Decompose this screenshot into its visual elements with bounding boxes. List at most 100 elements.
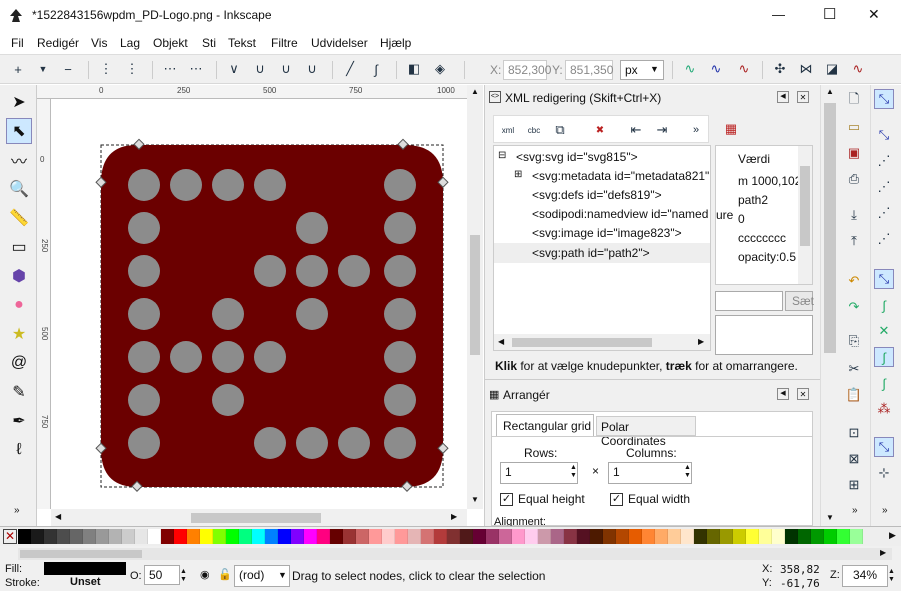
- color-swatch[interactable]: [369, 529, 382, 544]
- chevron-up-icon[interactable]: ▲: [471, 87, 479, 96]
- zoom-tool-icon[interactable]: 🔍: [6, 176, 32, 202]
- color-swatch[interactable]: [148, 529, 161, 544]
- more-icon[interactable]: »: [686, 120, 706, 140]
- chevron-up-icon[interactable]: ▲: [826, 87, 834, 96]
- 3d-box-tool-icon[interactable]: ⬢: [6, 263, 32, 289]
- delete-node-icon[interactable]: ✖: [590, 120, 610, 140]
- path-effect-icon[interactable]: ⋈: [796, 59, 816, 79]
- snap-bbox-corner-icon[interactable]: ⋰: [874, 177, 894, 197]
- opacity-spin-arrows[interactable]: ▲ ▼: [180, 568, 187, 584]
- show-handles-icon[interactable]: ∿: [680, 59, 700, 79]
- more-snap-icon[interactable]: »: [882, 505, 888, 516]
- dock-scrollbar[interactable]: ▲ ▼: [820, 85, 838, 526]
- no-paint-swatch[interactable]: ✕: [3, 529, 17, 544]
- color-swatch[interactable]: [213, 529, 226, 544]
- color-swatch[interactable]: [629, 529, 642, 544]
- color-swatch[interactable]: [824, 529, 837, 544]
- dock-scroll-thumb[interactable]: [824, 103, 836, 353]
- indent-node-icon[interactable]: ⇥: [652, 120, 672, 140]
- color-swatch[interactable]: [18, 529, 31, 544]
- import-icon[interactable]: ⤓: [844, 205, 864, 225]
- color-swatch[interactable]: [187, 529, 200, 544]
- color-swatch[interactable]: [122, 529, 135, 544]
- zoom-page-icon[interactable]: ⊞: [844, 475, 864, 495]
- equal-height-checkbox[interactable]: ✓: [500, 493, 513, 506]
- chevron-left-icon[interactable]: ◀: [55, 512, 61, 521]
- color-swatch[interactable]: [590, 529, 603, 544]
- cut-icon[interactable]: ✂: [844, 359, 864, 379]
- tweak-tool-icon[interactable]: 〰: [6, 147, 32, 173]
- snap-paths-icon[interactable]: ∫: [874, 295, 894, 315]
- snap-smooth-nodes-icon[interactable]: ∫: [874, 373, 894, 393]
- menu-sti[interactable]: Sti: [202, 36, 216, 50]
- attribute-value[interactable]: path2: [738, 193, 768, 207]
- menu-hjaelp[interactable]: Hjælp: [380, 36, 411, 50]
- snap-bbox-edge-icon[interactable]: ⋰: [874, 151, 894, 171]
- stroke-to-path-icon[interactable]: ◈: [430, 59, 450, 79]
- attribute-value[interactable]: opacity:0.5: [738, 250, 796, 264]
- color-swatch[interactable]: [252, 529, 265, 544]
- object-to-path-icon[interactable]: ◧: [404, 59, 424, 79]
- insert-node-icon[interactable]: +: [8, 59, 28, 79]
- x-coordinate-field[interactable]: 852,300: [503, 60, 551, 80]
- attribute-value[interactable]: 0: [738, 212, 745, 226]
- color-swatch[interactable]: [161, 529, 174, 544]
- color-swatch[interactable]: [577, 529, 590, 544]
- new-element-node-icon[interactable]: xml: [498, 120, 518, 140]
- color-swatch[interactable]: [96, 529, 109, 544]
- snap-enable-icon[interactable]: ⤡: [874, 89, 894, 109]
- node-tool-icon[interactable]: ⬉: [6, 118, 32, 144]
- color-swatch[interactable]: [642, 529, 655, 544]
- color-swatch[interactable]: [265, 529, 278, 544]
- color-swatch[interactable]: [460, 529, 473, 544]
- color-swatch[interactable]: [408, 529, 421, 544]
- color-swatch[interactable]: [811, 529, 824, 544]
- vertical-scrollbar[interactable]: ▲ ▼: [467, 85, 483, 509]
- color-swatch[interactable]: [434, 529, 447, 544]
- show-outline-icon[interactable]: ∿: [706, 59, 726, 79]
- xml-tree[interactable]: ⊟ <svg:svg id="svg815"> ⊞ <svg:metadata …: [493, 145, 711, 351]
- more-commands-icon[interactable]: »: [852, 505, 858, 516]
- delete-node-icon[interactable]: −: [58, 59, 78, 79]
- minimize-button[interactable]: —: [772, 7, 785, 22]
- color-swatch[interactable]: [720, 529, 733, 544]
- color-swatch[interactable]: [278, 529, 291, 544]
- chevron-right-icon[interactable]: ▶: [880, 548, 886, 557]
- menu-udvidelser[interactable]: Udvidelser: [311, 36, 368, 50]
- stroke-indicator[interactable]: Unset: [70, 576, 101, 588]
- collapse-icon[interactable]: ⊟: [498, 150, 506, 161]
- xml-tree-hscroll[interactable]: ◀ ▶: [494, 334, 710, 350]
- break-path-icon[interactable]: ⋮: [122, 59, 142, 79]
- color-swatch[interactable]: [239, 529, 252, 544]
- canvas-area[interactable]: 0 250 500 750 1000 0 250 500 750 ▲ ▼ ◀ ▶: [37, 85, 483, 526]
- color-swatch[interactable]: [395, 529, 408, 544]
- vertical-scroll-thumb[interactable]: [470, 235, 480, 355]
- palette-scroll-right[interactable]: ▶: [889, 530, 896, 541]
- segment-curve-icon[interactable]: ∫: [366, 59, 386, 79]
- set-attribute-button[interactable]: Sæt: [785, 291, 814, 311]
- columns-spin-arrows[interactable]: ▲ ▼: [684, 464, 691, 480]
- xml-node-metadata[interactable]: <svg:metadata id="metadata821": [532, 169, 709, 183]
- color-swatch[interactable]: [486, 529, 499, 544]
- copy-icon[interactable]: ⎘: [844, 331, 864, 351]
- chevron-down-icon[interactable]: ▼: [33, 59, 53, 79]
- attribute-name-field[interactable]: [715, 291, 783, 311]
- attribute-list[interactable]: Værdi ure m 1000,102 path2 0 cccccccc op…: [715, 145, 813, 285]
- color-swatch[interactable]: [135, 529, 148, 544]
- close-button[interactable]: ✕: [868, 6, 880, 23]
- paste-icon[interactable]: 📋: [844, 385, 864, 405]
- join-segment-icon[interactable]: ⋯: [160, 59, 180, 79]
- xml-node-path[interactable]: <svg:path id="path2">: [532, 246, 650, 260]
- color-swatch[interactable]: [174, 529, 187, 544]
- edit-mask-icon[interactable]: ∿: [734, 59, 754, 79]
- calligraphy-tool-icon[interactable]: ℓ: [6, 437, 32, 463]
- attribute-value-field[interactable]: [715, 315, 813, 355]
- color-swatch[interactable]: [850, 529, 863, 544]
- symmetric-node-icon[interactable]: ∪: [276, 59, 296, 79]
- star-tool-icon[interactable]: ★: [6, 321, 32, 347]
- join-nodes-icon[interactable]: ⋮: [96, 59, 116, 79]
- color-swatch[interactable]: [694, 529, 707, 544]
- color-swatch[interactable]: [759, 529, 772, 544]
- color-swatch[interactable]: [551, 529, 564, 544]
- color-swatch[interactable]: [382, 529, 395, 544]
